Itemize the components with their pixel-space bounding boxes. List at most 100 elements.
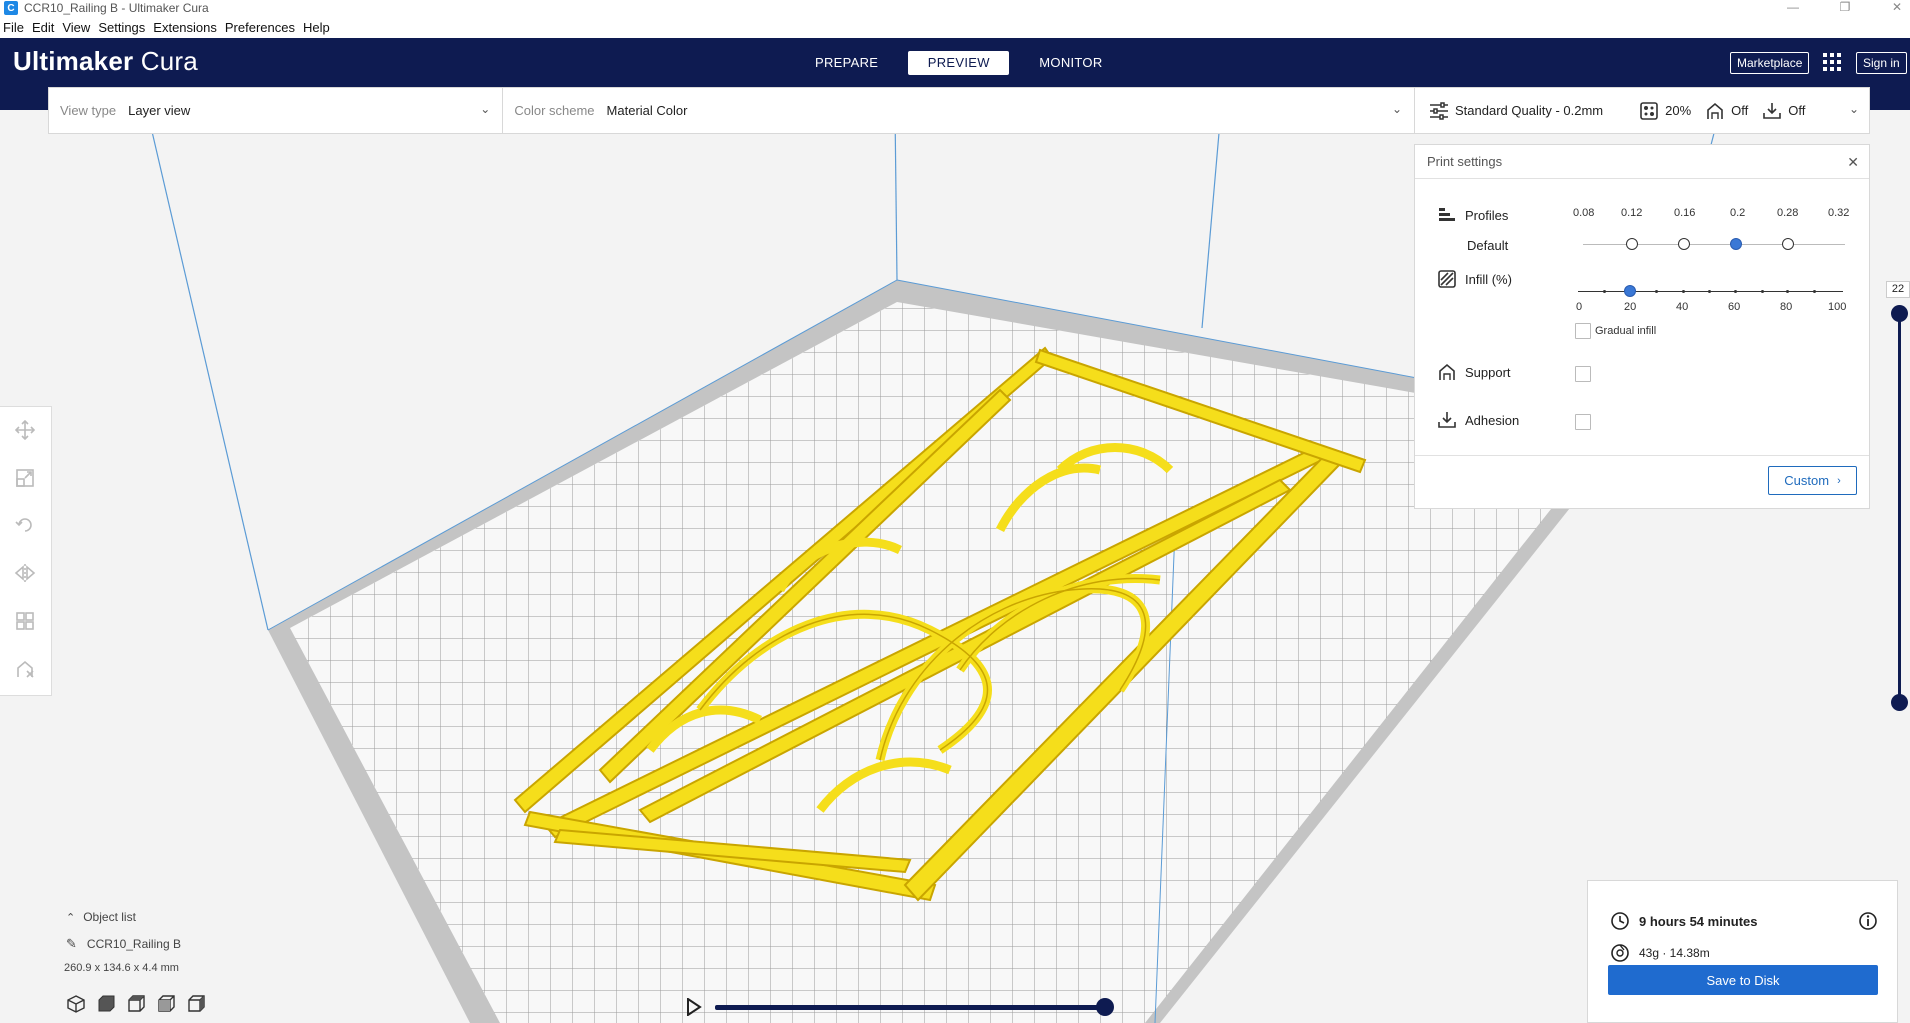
print-time-row: 9 hours 54 minutes (1610, 911, 1757, 931)
support-icon (1705, 101, 1725, 121)
profiles-icon (1437, 205, 1457, 225)
menu-edit[interactable]: Edit (28, 20, 58, 35)
profiles-row: Profiles (1437, 205, 1508, 225)
left-view-icon[interactable] (157, 995, 175, 1013)
menu-extensions[interactable]: Extensions (149, 20, 221, 35)
adhesion-checkbox[interactable] (1575, 414, 1591, 430)
object-list-panel: ⌃ Object list ✎ CCR10_Railing B 260.9 x … (64, 910, 181, 974)
save-to-disk-button[interactable]: Save to Disk (1608, 965, 1878, 995)
clock-icon (1611, 912, 1629, 930)
layer-slider-top-handle[interactable] (1891, 305, 1908, 322)
window-title: CCR10_Railing B - Ultimaker Cura (24, 1, 209, 15)
profile-option-0.12[interactable] (1626, 238, 1638, 250)
path-slider-handle[interactable] (1096, 998, 1114, 1016)
adhesion-value: Off (1788, 103, 1806, 118)
infill-value: 20% (1665, 103, 1692, 118)
infill-slider-handle[interactable] (1624, 285, 1636, 297)
adhesion-icon (1437, 410, 1457, 430)
adhesion-summary: Off (1762, 101, 1805, 121)
path-slider-track[interactable] (715, 1005, 1105, 1010)
infill-tick-60: 60 (1728, 301, 1741, 313)
current-layer-number[interactable]: 22 (1886, 281, 1910, 298)
layer-slider-bottom-handle[interactable] (1891, 694, 1908, 711)
chevron-down-icon: ⌄ (480, 102, 491, 116)
menu-preferences[interactable]: Preferences (221, 20, 299, 35)
chevron-up-icon: ⌃ (66, 911, 76, 924)
menu-settings[interactable]: Settings (94, 20, 149, 35)
tab-preview[interactable]: PREVIEW (908, 51, 1010, 75)
color-scheme-value: Material Color (606, 103, 688, 118)
maximize-icon[interactable]: ❐ (1838, 0, 1852, 14)
profile-summary: Standard Quality - 0.2mm (1429, 101, 1603, 121)
infill-summary: 20% (1639, 101, 1691, 121)
color-scheme-dropdown[interactable]: Color scheme Material Color ⌄ (503, 88, 1414, 133)
profile-tick-0.16: 0.16 (1674, 207, 1696, 219)
print-settings-panel: Print settings ✕ Profiles Default 0.08 0… (1414, 144, 1870, 509)
menu-file[interactable]: File (0, 20, 28, 35)
marketplace-button[interactable]: Marketplace (1730, 52, 1810, 74)
object-list-label: Object list (83, 910, 136, 924)
tab-monitor[interactable]: MONITOR (1019, 51, 1122, 75)
menu-help[interactable]: Help (299, 20, 334, 35)
3d-view-icon[interactable] (67, 995, 85, 1013)
support-checkbox[interactable] (1575, 366, 1591, 382)
pencil-icon[interactable]: ✎ (66, 936, 77, 952)
support-blocker-icon[interactable] (14, 658, 36, 680)
adhesion-row: Adhesion (1437, 410, 1519, 430)
profile-option-0.28[interactable] (1782, 238, 1794, 250)
layer-slider-track[interactable] (1898, 313, 1901, 703)
infill-tick-40: 40 (1676, 301, 1689, 313)
profile-tick-0.2: 0.2 (1730, 207, 1746, 219)
support-row: Support (1437, 362, 1511, 382)
rotate-tool-icon[interactable] (14, 514, 36, 536)
close-icon[interactable]: ✕ (1847, 154, 1859, 171)
support-value: Off (1731, 103, 1749, 118)
adhesion-label: Adhesion (1465, 412, 1520, 428)
per-model-settings-icon[interactable] (14, 610, 36, 632)
play-simulation-icon[interactable] (686, 998, 702, 1016)
profile-tick-0.12: 0.12 (1621, 207, 1643, 219)
infill-tick-20: 20 (1624, 301, 1637, 313)
custom-settings-button[interactable]: Custom › (1768, 466, 1857, 495)
object-list-toggle[interactable]: ⌃ Object list (66, 910, 181, 924)
window-controls: — ❐ ✕ (1786, 0, 1904, 14)
adhesion-icon (1762, 101, 1782, 121)
chevron-down-icon[interactable]: ⌄ (1849, 102, 1859, 116)
profile-option-0.2[interactable] (1730, 238, 1742, 250)
info-icon[interactable] (1858, 911, 1878, 931)
minimize-icon[interactable]: — (1786, 0, 1800, 14)
profile-slider-track[interactable] (1583, 244, 1845, 245)
profile-tick-0.32: 0.32 (1828, 207, 1850, 219)
mirror-tool-icon[interactable] (14, 562, 36, 584)
print-settings-header: Print settings ✕ (1415, 145, 1869, 179)
infill-label: Infill (%) (1465, 271, 1512, 287)
profile-tick-0.08: 0.08 (1573, 207, 1595, 219)
close-icon[interactable]: ✕ (1890, 0, 1904, 14)
print-estimate-panel: 9 hours 54 minutes 43g · 14.38m Save to … (1587, 880, 1898, 1023)
scale-tool-icon[interactable] (14, 467, 36, 489)
move-tool-icon[interactable] (14, 419, 36, 441)
profiles-label: Profiles (1465, 207, 1509, 223)
cura-app-icon: C (4, 1, 18, 15)
gradual-infill-label: Gradual infill (1595, 325, 1657, 337)
front-view-icon[interactable] (97, 995, 115, 1013)
infill-pattern-icon (1437, 269, 1457, 289)
panel-divider (1415, 455, 1869, 456)
menu-view[interactable]: View (58, 20, 94, 35)
sign-in-button[interactable]: Sign in (1856, 52, 1907, 74)
top-view-icon[interactable] (127, 995, 145, 1013)
right-view-icon[interactable] (187, 995, 205, 1013)
apps-grid-icon[interactable] (1823, 53, 1841, 71)
view-type-dropdown[interactable]: View type Layer view ⌄ (49, 88, 504, 133)
tab-prepare[interactable]: PREPARE (795, 51, 898, 75)
infill-tick-0: 0 (1576, 301, 1583, 313)
print-settings-summary[interactable]: Standard Quality - 0.2mm 20% Off Off ⌄ (1414, 87, 1870, 134)
view-options-bar: View type Layer view ⌄ Color scheme Mate… (48, 87, 1415, 134)
color-scheme-label: Color scheme (514, 103, 595, 118)
material-usage: 43g · 14.38m (1639, 946, 1710, 960)
object-dimensions: 260.9 x 134.6 x 4.4 mm (64, 962, 179, 974)
gradual-infill-checkbox[interactable] (1575, 323, 1591, 339)
profile-option-0.16[interactable] (1678, 238, 1690, 250)
support-summary: Off (1705, 101, 1748, 121)
object-name-row[interactable]: ✎ CCR10_Railing B (66, 936, 181, 952)
